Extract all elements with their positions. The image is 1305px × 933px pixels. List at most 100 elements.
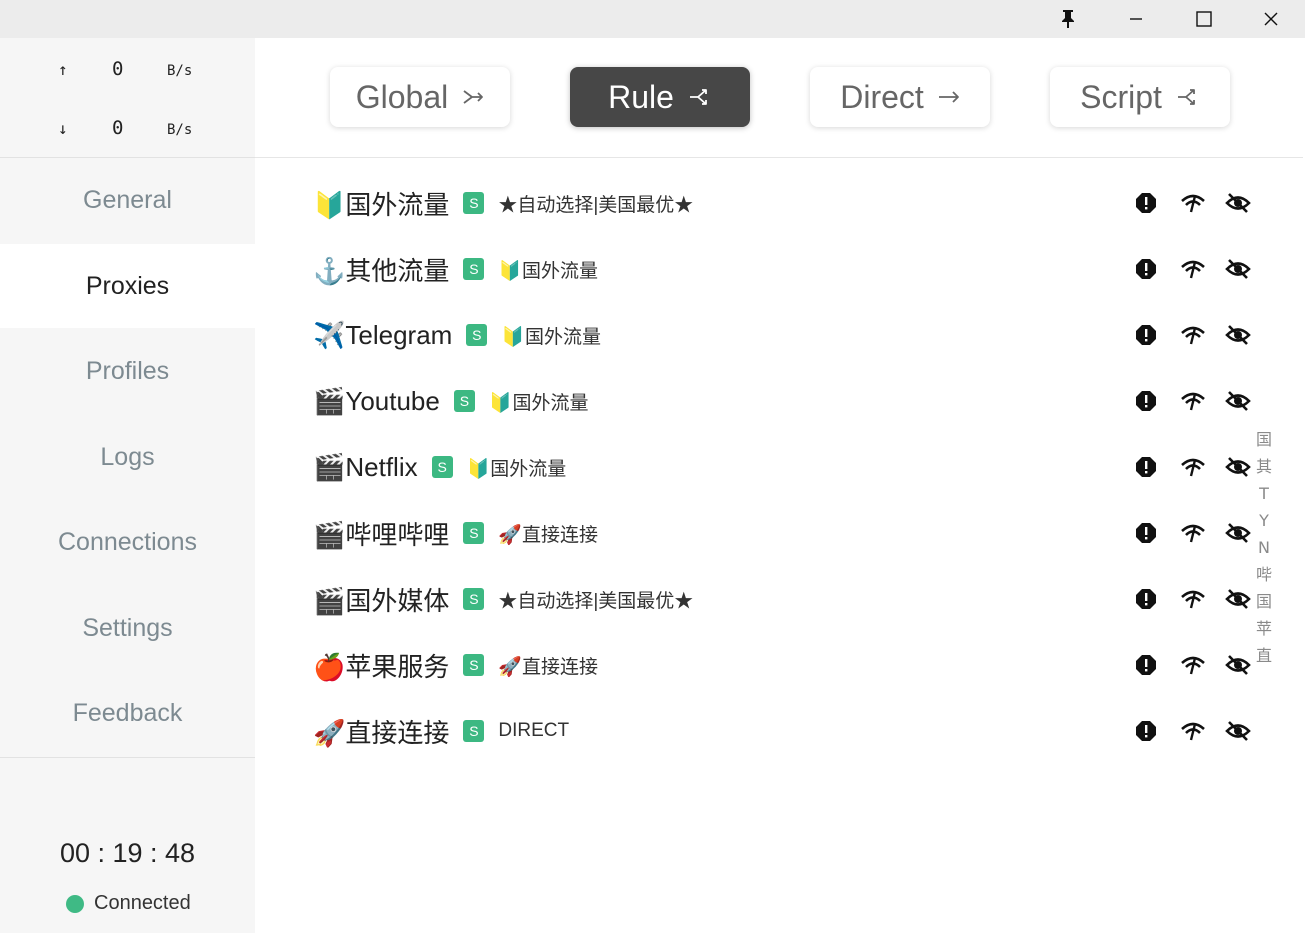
index-letter[interactable]: 其 [1253,453,1275,480]
latency-test-icon[interactable] [1180,519,1225,547]
proxy-group-row[interactable]: 🔰国外流量 S ★自动选择|美国最优★ [313,183,1273,223]
index-letter[interactable]: 苹 [1253,615,1275,642]
row-actions [1135,387,1270,415]
selector-type-badge: S [431,456,453,478]
index-letter[interactable]: T [1253,480,1275,507]
merge-arrows-icon [462,88,484,106]
nav-connections[interactable]: Connections [0,500,255,584]
proxy-group-row[interactable]: ⚓其他流量 S 🔰国外流量 [313,249,1273,289]
latency-test-icon[interactable] [1180,585,1225,613]
split-arrows-icon [1176,87,1200,107]
group-index-bar: 国 其 T Y N 哔 国 苹 直 [1253,426,1275,669]
latency-test-icon[interactable] [1180,321,1225,349]
minimize-icon [1130,18,1142,20]
selector-type-badge: S [463,258,485,280]
row-actions [1135,717,1270,745]
pin-icon [1062,10,1074,28]
upload-arrow-icon: ↑ [58,60,68,79]
connection-status: Connected [66,892,191,915]
latency-test-icon[interactable] [1180,453,1225,481]
mode-label: Direct [840,78,924,115]
proxies-panel: Global Rule Direct Script 🔰国外流量 S ★自动选择|… [255,38,1303,933]
hide-icon[interactable] [1225,321,1270,349]
index-letter[interactable]: 哔 [1253,561,1275,588]
split-arrows-icon [688,87,712,107]
row-actions [1135,321,1270,349]
proxy-group-name: 🎬哔哩哔哩 [313,519,450,550]
selector-type-badge: S [463,522,485,544]
index-letter[interactable]: Y [1253,507,1275,534]
close-button[interactable] [1241,0,1301,38]
minimize-button[interactable] [1106,0,1166,38]
proxy-group-current: ★自动选择|美国最优★ [498,194,694,216]
alert-icon[interactable] [1135,519,1180,547]
nav-settings[interactable]: Settings [0,586,255,670]
proxy-group-name: 🚀直接连接 [313,717,450,748]
selector-type-badge: S [463,720,485,742]
row-actions [1135,519,1270,547]
proxy-group-current: 🔰国外流量 [501,326,601,348]
proxy-group-row[interactable]: 🎬国外媒体 S ★自动选择|美国最优★ [313,579,1273,619]
latency-test-icon[interactable] [1180,189,1225,217]
row-actions [1135,189,1270,217]
upload-unit: B/s [167,63,193,79]
alert-icon[interactable] [1135,189,1180,217]
selector-type-badge: S [463,654,485,676]
pin-button[interactable] [1038,0,1098,38]
row-actions [1135,255,1270,283]
uptime-timer: 00 : 19 : 48 [59,838,196,868]
mode-label: Script [1080,78,1162,115]
selector-type-badge: S [466,324,488,346]
nav-profiles[interactable]: Profiles [0,329,255,413]
proxy-group-row[interactable]: 🍎苹果服务 S 🚀直接连接 [313,645,1273,685]
hide-icon[interactable] [1225,717,1270,745]
hide-icon[interactable] [1225,387,1270,415]
alert-icon[interactable] [1135,585,1180,613]
toolbar-divider [255,157,1303,158]
hide-icon[interactable] [1225,189,1270,217]
row-actions [1135,453,1270,481]
proxy-group-row[interactable]: 🎬Youtube S 🔰国外流量 [313,381,1273,421]
mode-label: Global [355,78,449,115]
latency-test-icon[interactable] [1180,651,1225,679]
close-icon [1264,12,1278,26]
alert-icon[interactable] [1135,717,1180,745]
latency-test-icon[interactable] [1180,717,1225,745]
alert-icon[interactable] [1135,453,1180,481]
proxy-group-name: 🎬Youtube [313,385,440,416]
sidebar: ↑ 0 B/s ↓ 0 B/s General Proxies Profiles… [0,38,255,933]
proxy-group-row[interactable]: 🚀直接连接 S DIRECT [313,711,1273,751]
proxy-group-name: 🎬Netflix [313,451,418,482]
proxy-group-row[interactable]: 🎬哔哩哔哩 S 🚀直接连接 [313,513,1273,553]
mode-direct-button[interactable]: Direct [810,67,990,127]
alert-icon[interactable] [1135,387,1180,415]
selector-type-badge: S [463,192,485,214]
proxy-group-row[interactable]: 🎬Netflix S 🔰国外流量 [313,447,1273,487]
alert-icon[interactable] [1135,651,1180,679]
nav-proxies[interactable]: Proxies [0,244,255,328]
proxy-group-current: 🔰国外流量 [466,458,567,480]
proxy-group-row[interactable]: ✈️Telegram S 🔰国外流量 [313,315,1273,355]
hide-icon[interactable] [1225,255,1270,283]
mode-script-button[interactable]: Script [1050,67,1230,127]
proxy-group-name: ⚓其他流量 [313,255,450,286]
index-letter[interactable]: 国 [1253,588,1275,615]
latency-test-icon[interactable] [1180,387,1225,415]
alert-icon[interactable] [1135,321,1180,349]
alert-icon[interactable] [1135,255,1180,283]
latency-test-icon[interactable] [1180,255,1225,283]
row-actions [1135,651,1270,679]
mode-global-button[interactable]: Global [330,67,510,127]
index-letter[interactable]: 直 [1253,642,1275,669]
selector-type-badge: S [463,588,485,610]
upload-value: 0 [112,58,124,80]
proxy-group-current: 🚀直接连接 [498,524,599,546]
maximize-button[interactable] [1174,0,1234,38]
download-arrow-icon: ↓ [58,119,68,138]
nav-logs[interactable]: Logs [0,415,255,499]
nav-general[interactable]: General [0,158,255,242]
index-letter[interactable]: N [1253,534,1275,561]
nav-feedback[interactable]: Feedback [0,671,255,755]
index-letter[interactable]: 国 [1253,426,1275,453]
mode-rule-button[interactable]: Rule [570,67,750,127]
